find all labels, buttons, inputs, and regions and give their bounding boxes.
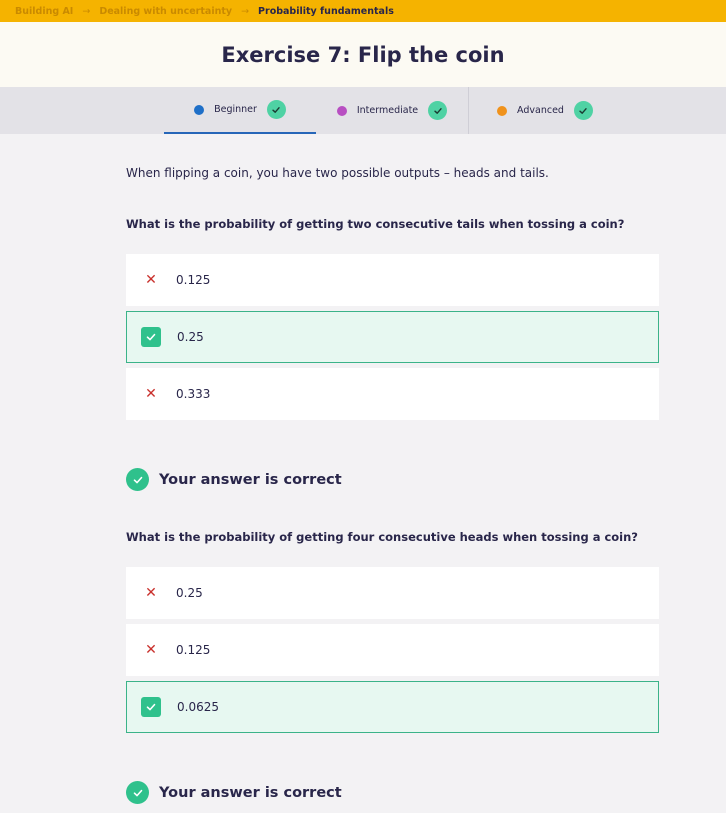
- page-title: Exercise 7: Flip the coin: [221, 42, 505, 67]
- option-q1-c[interactable]: ✕ 0.333: [126, 368, 659, 420]
- tab-advanced[interactable]: Advanced: [469, 87, 621, 134]
- checkmark-icon: [141, 697, 161, 717]
- tab-beginner[interactable]: Beginner: [164, 87, 316, 134]
- beginner-dot-icon: [194, 104, 205, 115]
- level-tabs: Beginner Intermediate Advanced: [0, 87, 726, 134]
- option-label: 0.125: [176, 643, 211, 657]
- title-bar: Exercise 7: Flip the coin: [0, 22, 726, 87]
- feedback-text: Your answer is correct: [159, 784, 342, 801]
- option-label: 0.25: [176, 586, 203, 600]
- completed-check-icon: [266, 100, 286, 119]
- tab-label: Intermediate: [356, 105, 419, 116]
- breadcrumb-link-dealing-with-uncertainty[interactable]: Dealing with uncertainty: [99, 6, 232, 17]
- completed-check-icon: [428, 101, 448, 120]
- breadcrumb: Building AI → Dealing with uncertainty →…: [0, 0, 726, 22]
- tab-intermediate[interactable]: Intermediate: [316, 87, 468, 134]
- feedback-q1: Your answer is correct: [126, 468, 342, 491]
- option-q2-b[interactable]: ✕ 0.125: [126, 624, 659, 676]
- arrow-right-icon: →: [82, 5, 91, 17]
- advanced-dot-icon: [497, 105, 508, 116]
- intermediate-dot-icon: [336, 105, 347, 116]
- breadcrumb-link-building-ai[interactable]: Building AI: [15, 6, 73, 17]
- option-label: 0.333: [176, 387, 211, 401]
- arrow-right-icon: →: [241, 5, 250, 17]
- option-label: 0.25: [177, 330, 204, 344]
- completed-check-icon: [573, 101, 593, 120]
- x-icon: ✕: [145, 585, 157, 601]
- x-icon: ✕: [145, 272, 157, 288]
- checkmark-icon: [141, 327, 161, 347]
- option-label: 0.0625: [177, 700, 219, 714]
- breadcrumb-current: Probability fundamentals: [258, 5, 394, 17]
- option-q1-a[interactable]: ✕ 0.125: [126, 254, 659, 306]
- check-circle-icon: [126, 781, 149, 804]
- x-icon: ✕: [145, 386, 157, 402]
- option-q2-a[interactable]: ✕ 0.25: [126, 567, 659, 619]
- option-q1-b[interactable]: 0.25: [126, 311, 659, 363]
- option-q2-c[interactable]: 0.0625: [126, 681, 659, 733]
- question-2-text: What is the probability of getting four …: [126, 530, 638, 544]
- tab-label: Advanced: [517, 105, 564, 116]
- question-1-text: What is the probability of getting two c…: [126, 217, 625, 231]
- feedback-text: Your answer is correct: [159, 471, 342, 488]
- intro-text: When flipping a coin, you have two possi…: [126, 166, 549, 180]
- x-icon: ✕: [145, 642, 157, 658]
- tab-label: Beginner: [214, 104, 257, 115]
- option-label: 0.125: [176, 273, 211, 287]
- feedback-q2: Your answer is correct: [126, 781, 342, 804]
- check-circle-icon: [126, 468, 149, 491]
